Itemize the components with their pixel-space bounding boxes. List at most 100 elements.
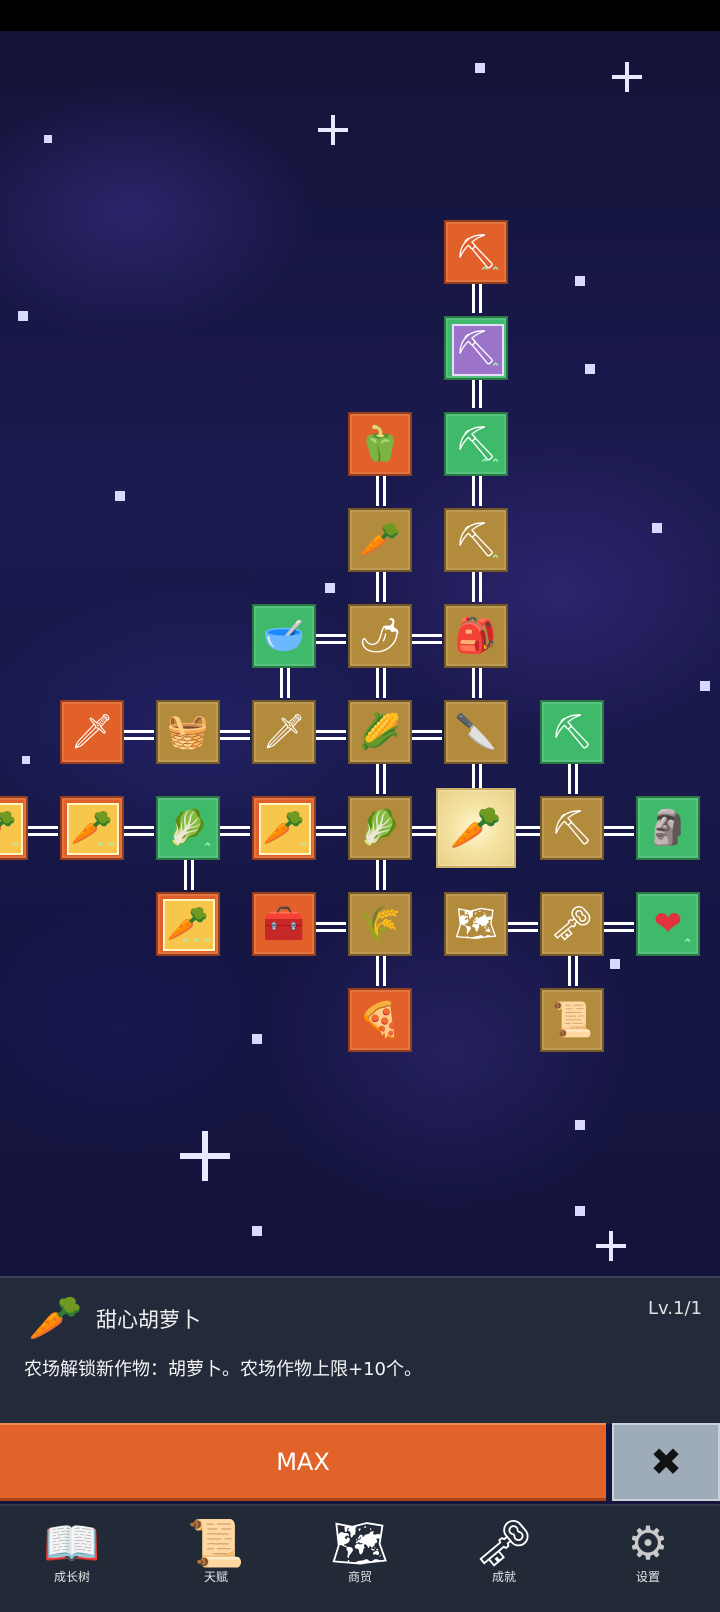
nav-label: 设置 bbox=[635, 1570, 660, 1584]
nav-item-settings[interactable]: ⚙ 设置 bbox=[576, 1506, 720, 1612]
backpack-icon: 🎒 bbox=[454, 616, 498, 656]
tree-link bbox=[472, 378, 482, 408]
carrot-icon: 🥕 bbox=[70, 808, 114, 848]
tree-link bbox=[472, 764, 482, 788]
upgrade-arrows-icon: ⌃ bbox=[298, 841, 309, 856]
statue-icon: 🗿 bbox=[646, 808, 690, 848]
skill-level: Lv.1/1 bbox=[648, 1298, 702, 1319]
tree-link bbox=[376, 668, 386, 698]
tree-link bbox=[376, 956, 386, 986]
pickaxe-icon: ⛏ bbox=[550, 808, 594, 848]
tree-link bbox=[472, 572, 482, 602]
nav-item-growth-tree[interactable]: 📖 成长树 bbox=[0, 1506, 144, 1612]
skill-node-wheat[interactable]: 🌾 bbox=[348, 892, 412, 956]
upgrade-arrows-icon: ⌃ bbox=[10, 841, 21, 856]
skill-node-carrot-selected[interactable]: 🥕 bbox=[436, 788, 516, 868]
cabbage-icon: 🥬 bbox=[358, 808, 402, 848]
skill-node-pepper[interactable]: 🫑 bbox=[348, 412, 412, 476]
skill-tree-canvas[interactable]: ⛏ ⌃⌃ ⛏ ⌃ ⛏ ⌃⌃ 🫑 🥕 ⛏ ⌃ 🥣 🌶 🎒 🗡 🧺 🗡 🌽 🔪 ⛏ … bbox=[0, 31, 720, 1276]
key-icon: 🗝 bbox=[474, 1516, 534, 1570]
tree-link bbox=[124, 826, 154, 836]
skill-node-shovel-top[interactable]: ⛏ ⌃⌃ bbox=[444, 220, 508, 284]
skill-node-radish[interactable]: 🥕 bbox=[348, 508, 412, 572]
pizza-icon: 🍕 bbox=[358, 1000, 402, 1040]
carrot-icon: 🥕 bbox=[262, 808, 306, 848]
skill-node-scroll[interactable]: 📜 bbox=[540, 988, 604, 1052]
key-icon: 🗝 bbox=[550, 904, 594, 944]
cabbage-icon: 🥬 bbox=[166, 808, 210, 848]
skill-node-pizza[interactable]: 🍕 bbox=[348, 988, 412, 1052]
heart-icon: ❤ bbox=[653, 904, 683, 944]
map-icon: 🗺 bbox=[454, 904, 498, 944]
carrot-icon: 🥕 bbox=[28, 1293, 83, 1344]
tree-link bbox=[412, 826, 436, 836]
skill-node-carrot-2[interactable]: 🥕 ⌃⌃ bbox=[60, 796, 124, 860]
star-sparkle-icon bbox=[596, 1231, 626, 1261]
skill-node-sword-brown[interactable]: 🗡 bbox=[252, 700, 316, 764]
skill-node-cabbage-green[interactable]: 🥬 ⌃ bbox=[156, 796, 220, 860]
skill-node-carrot-edge[interactable]: 🥕 ⌃ bbox=[0, 796, 28, 860]
nav-label: 成就 bbox=[491, 1570, 516, 1584]
radish-icon: 🥕 bbox=[358, 520, 402, 560]
chest-icon: 🧺 bbox=[166, 712, 210, 752]
close-button[interactable]: ✖ bbox=[612, 1423, 720, 1501]
scroll-icon: 📜 bbox=[187, 1516, 245, 1570]
bell-pepper-icon: 🫑 bbox=[358, 424, 402, 464]
skill-node-key[interactable]: 🗝 bbox=[540, 892, 604, 956]
wheat-icon: 🌾 bbox=[358, 904, 402, 944]
skill-node-map[interactable]: 🗺 bbox=[444, 892, 508, 956]
upgrade-arrows-icon: ⌃⌃ bbox=[479, 265, 501, 280]
tree-link bbox=[376, 476, 386, 506]
tree-link bbox=[376, 572, 386, 602]
nav-item-talent[interactable]: 📜 天赋 bbox=[144, 1506, 288, 1612]
tree-link bbox=[220, 730, 250, 740]
max-button[interactable]: MAX bbox=[0, 1423, 606, 1501]
star-sparkle-icon bbox=[612, 62, 642, 92]
skill-node-statue[interactable]: 🗿 bbox=[636, 796, 700, 860]
scroll-icon: 📜 bbox=[550, 1000, 594, 1040]
skill-node-shovel-brown[interactable]: ⛏ ⌃ bbox=[444, 508, 508, 572]
tree-link bbox=[472, 668, 482, 698]
skill-node-treasure-chest[interactable]: 🧰 bbox=[252, 892, 316, 956]
skill-node-pickaxe-brown[interactable]: ⛏ bbox=[540, 796, 604, 860]
skill-node-knife[interactable]: 🔪 bbox=[444, 700, 508, 764]
star-sparkle-icon bbox=[318, 115, 348, 145]
skill-node-shovel-green[interactable]: ⛏ ⌃⌃ bbox=[444, 412, 508, 476]
skill-node-sword-orange[interactable]: 🗡 bbox=[60, 700, 124, 764]
tree-link bbox=[568, 764, 578, 794]
skill-node-shovel-purple[interactable]: ⛏ ⌃ bbox=[444, 316, 508, 380]
tree-link bbox=[508, 922, 538, 932]
skill-node-chest[interactable]: 🧺 bbox=[156, 700, 220, 764]
skill-node-chili[interactable]: 🌶 bbox=[348, 604, 412, 668]
skill-title: 甜心胡萝卜 bbox=[96, 1308, 201, 1332]
sword-icon: 🗡 bbox=[70, 712, 114, 752]
tree-link bbox=[472, 283, 482, 313]
skill-node-corn[interactable]: 🌽 bbox=[348, 700, 412, 764]
skill-node-bowl[interactable]: 🥣 bbox=[252, 604, 316, 668]
skill-description: 农场解锁新作物：胡萝卜。农场作物上限+10个。 bbox=[24, 1359, 422, 1380]
tree-link bbox=[604, 826, 634, 836]
skill-node-pickaxe-green[interactable]: ⛏ bbox=[540, 700, 604, 764]
tree-link bbox=[28, 826, 58, 836]
nav-item-achievements[interactable]: 🗝 成就 bbox=[432, 1506, 576, 1612]
skill-node-cabbage-brown[interactable]: 🥬 bbox=[348, 796, 412, 860]
carrot-icon: 🥕 bbox=[449, 803, 503, 852]
shovel-icon: ⛏ bbox=[454, 424, 498, 464]
skill-node-heart[interactable]: ❤ ⌃ bbox=[636, 892, 700, 956]
nav-label: 天赋 bbox=[203, 1570, 228, 1584]
skill-detail-panel: 🥕 甜心胡萝卜 Lv.1/1 农场解锁新作物：胡萝卜。农场作物上限+10个。 bbox=[0, 1276, 720, 1424]
tree-link bbox=[124, 730, 154, 740]
tree-link bbox=[280, 668, 290, 698]
tree-link bbox=[184, 860, 194, 890]
book-icon: 📖 bbox=[43, 1516, 101, 1570]
upgrade-arrows-icon: ⌃ bbox=[490, 553, 501, 568]
skill-node-backpack[interactable]: 🎒 bbox=[444, 604, 508, 668]
carrot-icon: 🥕 bbox=[0, 811, 17, 845]
treasure-chest-icon: 🧰 bbox=[262, 904, 306, 944]
map-icon: 🗺 bbox=[330, 1516, 390, 1570]
skill-node-carrot-4[interactable]: 🥕 ⌃⌃⌃ bbox=[156, 892, 220, 956]
skill-node-carrot-3[interactable]: 🥕 ⌃ bbox=[252, 796, 316, 860]
nav-item-trade[interactable]: 🗺 商贸 bbox=[288, 1506, 432, 1612]
upgrade-arrows-icon: ⌃ bbox=[202, 841, 213, 856]
max-button-label: MAX bbox=[276, 1447, 330, 1476]
